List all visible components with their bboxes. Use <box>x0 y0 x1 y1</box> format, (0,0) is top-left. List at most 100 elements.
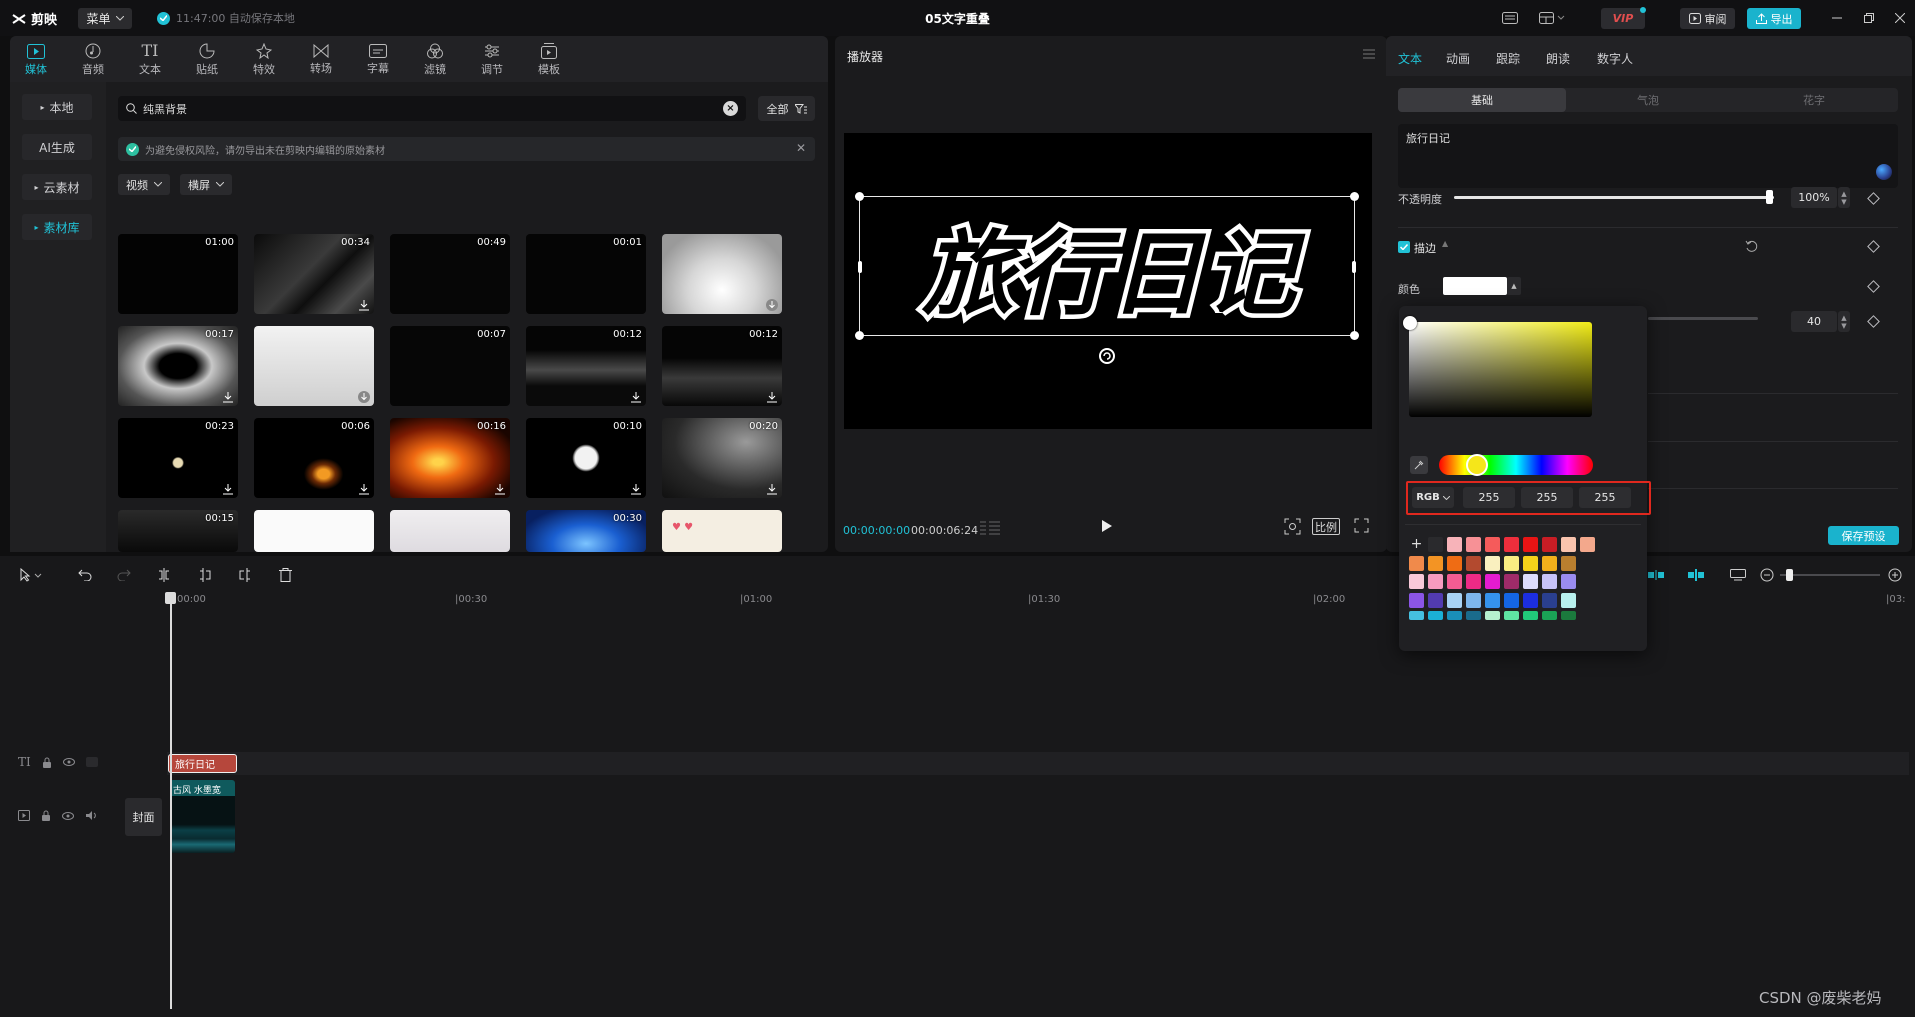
eye-icon[interactable] <box>62 758 75 766</box>
color-swatch[interactable] <box>1523 611 1538 620</box>
redo-icon[interactable] <box>116 567 132 583</box>
color-swatch[interactable] <box>1504 537 1519 552</box>
color-swatch[interactable] <box>1447 592 1462 608</box>
color-swatch[interactable] <box>1428 592 1443 608</box>
color-swatch[interactable] <box>1523 574 1538 589</box>
zoom-slider-handle[interactable] <box>1786 569 1793 581</box>
tab-template[interactable]: 模板 <box>524 40 574 80</box>
keyframe-icon[interactable] <box>1867 280 1880 293</box>
zoom-slider[interactable] <box>1780 574 1880 576</box>
color-swatch[interactable] <box>1561 537 1576 552</box>
preview-axis-icon[interactable] <box>1730 567 1746 583</box>
sidebar-item-library[interactable]: ▸ 素材库 <box>22 214 92 240</box>
tab-tracking[interactable]: 跟踪 <box>1496 50 1520 67</box>
media-thumbnail[interactable]: 00:12 <box>662 326 782 406</box>
download-icon[interactable] <box>766 391 778 403</box>
tab-transition[interactable]: 转场 <box>296 40 346 80</box>
resize-handle[interactable] <box>1350 331 1359 340</box>
eyedropper-icon[interactable] <box>1410 456 1428 474</box>
menu-button[interactable]: 菜单 <box>78 8 132 29</box>
color-swatch[interactable] <box>1485 592 1500 608</box>
media-thumbnail[interactable]: 00:01 <box>526 234 646 314</box>
resize-handle[interactable] <box>855 192 864 201</box>
resize-handle[interactable] <box>858 261 862 273</box>
color-swatch[interactable] <box>1447 555 1462 571</box>
media-thumbnail[interactable]: 00:10 <box>526 418 646 498</box>
keyframe-icon[interactable] <box>1867 315 1880 328</box>
color-swatch[interactable] <box>1523 592 1538 608</box>
color-swatch[interactable] <box>1504 611 1519 620</box>
cover-button[interactable]: 封面 <box>125 798 162 836</box>
timecode-list-icon[interactable] <box>980 521 1000 535</box>
lock-icon[interactable] <box>41 810 51 821</box>
review-button[interactable]: 审阅 <box>1680 8 1735 29</box>
color-swatch[interactable] <box>1485 574 1500 589</box>
color-swatch[interactable] <box>1523 537 1538 552</box>
reset-icon[interactable] <box>1745 240 1758 253</box>
download-icon[interactable] <box>222 483 234 495</box>
tab-adjust[interactable]: 调节 <box>467 40 517 80</box>
playhead-handle[interactable] <box>165 592 176 604</box>
color-swatch[interactable] <box>1485 537 1500 552</box>
color-swatch[interactable] <box>1580 537 1595 552</box>
download-icon[interactable] <box>222 391 234 403</box>
clear-search-icon[interactable]: × <box>723 101 738 116</box>
delete-icon[interactable] <box>277 567 293 583</box>
sidebar-item-ai-generate[interactable]: AI生成 <box>22 134 92 160</box>
ai-assist-icon[interactable] <box>1876 164 1892 180</box>
color-swatch[interactable] <box>1409 555 1424 571</box>
color-swatch[interactable] <box>1466 537 1481 552</box>
tab-text[interactable]: 文本 <box>1398 50 1422 67</box>
media-thumbnail[interactable]: 00:06 <box>254 418 374 498</box>
color-swatch[interactable] <box>1504 555 1519 571</box>
color-swatch[interactable] <box>1428 611 1443 620</box>
media-thumbnail[interactable] <box>662 234 782 314</box>
color-swatch[interactable] <box>1542 592 1557 608</box>
opacity-slider-handle[interactable] <box>1766 190 1773 204</box>
color-swatch[interactable] <box>1561 555 1576 571</box>
color-swatch[interactable] <box>1447 537 1462 552</box>
color-swatch[interactable] <box>1542 537 1557 552</box>
tab-media[interactable]: 媒体 <box>11 40 61 80</box>
color-swatch[interactable] <box>1561 611 1576 620</box>
download-icon[interactable] <box>766 299 778 311</box>
chevron-up-icon[interactable]: ▲ <box>1442 239 1448 248</box>
shortcut-keyboard-icon[interactable] <box>1500 9 1520 27</box>
color-swatch[interactable] <box>1504 574 1519 589</box>
tab-effects[interactable]: 特效 <box>239 40 289 80</box>
color-swatch[interactable] <box>1542 555 1557 571</box>
color-swatch[interactable] <box>1409 574 1424 589</box>
media-thumbnail[interactable] <box>390 510 510 552</box>
color-swatch[interactable] <box>1409 611 1424 620</box>
stroke-color-swatch[interactable] <box>1443 277 1507 295</box>
saturation-value-area[interactable] <box>1403 316 1592 417</box>
track-toggle[interactable] <box>85 757 98 767</box>
color-swatch[interactable] <box>1409 592 1424 608</box>
color-swatch[interactable] <box>1485 555 1500 571</box>
trim-left-icon[interactable] <box>197 567 213 583</box>
media-thumbnail[interactable]: 01:00 <box>118 234 238 314</box>
download-icon[interactable] <box>358 391 370 403</box>
expand-icon[interactable] <box>1354 518 1369 533</box>
color-swatch[interactable] <box>1466 555 1481 571</box>
zoom-in-icon[interactable] <box>1887 567 1903 583</box>
hue-slider-handle[interactable] <box>1466 454 1488 476</box>
tab-filter[interactable]: 滤镜 <box>410 40 460 80</box>
resize-handle[interactable] <box>1350 192 1359 201</box>
media-thumbnail[interactable] <box>254 326 374 406</box>
eye-icon[interactable] <box>62 811 74 820</box>
media-thumbnail[interactable]: 00:34 <box>254 234 374 314</box>
video-clip[interactable]: 古风 水墨宽 <box>170 780 235 853</box>
color-cursor[interactable] <box>1403 316 1417 330</box>
tab-sticker[interactable]: 贴纸 <box>182 40 232 80</box>
media-thumbnail[interactable]: 00:07 <box>390 326 510 406</box>
color-swatch[interactable] <box>1466 574 1481 589</box>
media-thumbnail[interactable]: 00:49 <box>390 234 510 314</box>
keyframe-icon[interactable] <box>1867 240 1880 253</box>
color-mode-dropdown[interactable]: RGB <box>1412 487 1454 508</box>
close-window-icon[interactable] <box>1890 9 1910 27</box>
media-thumbnail[interactable]: 00:30 <box>526 510 646 552</box>
chevron-up-icon[interactable]: ▲ <box>1507 277 1521 295</box>
resize-handle[interactable] <box>855 331 864 340</box>
tab-read-aloud[interactable]: 朗读 <box>1546 50 1570 67</box>
